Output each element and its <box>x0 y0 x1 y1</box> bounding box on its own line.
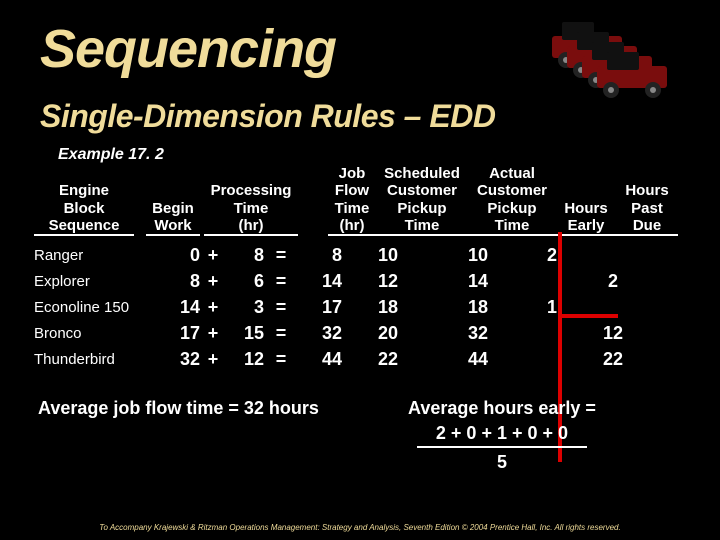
col-header-past: Hours Past Due <box>616 182 678 236</box>
col-header-begin: Begin Work <box>146 200 200 237</box>
col-header-actual: Actual Customer Pickup Time <box>468 165 556 236</box>
cell-sched: 22 <box>342 349 434 370</box>
cell-act: 10 <box>434 245 522 266</box>
cell-past: 12 <box>582 323 644 344</box>
cell-proc: 8 <box>226 245 264 266</box>
col-header-flow: Job Flow Time (hr) <box>328 165 376 236</box>
col-header-scheduled: Scheduled Customer Pickup Time <box>376 165 468 236</box>
footer-copyright: To Accompany Krajewski & Ritzman Operati… <box>0 523 720 532</box>
cell-flow: 44 <box>298 349 342 370</box>
cell-flow: 14 <box>298 271 342 292</box>
col-header-engine: Engine Block Sequence <box>34 182 134 236</box>
avg-hours-early: Average hours early = 2 + 0 + 1 + 0 + 0 … <box>408 398 596 473</box>
cell-sched: 12 <box>342 271 434 292</box>
slide-title: Sequencing <box>40 18 336 80</box>
avg-flow-time: Average job flow time = 32 hours <box>38 398 319 419</box>
cell-plus: + <box>200 297 226 318</box>
cars-graphic <box>512 20 702 100</box>
cell-flow: 17 <box>298 297 342 318</box>
col-header-processing: Processing Time (hr) <box>204 182 298 236</box>
cell-proc: 12 <box>226 349 264 370</box>
cell-proc: 15 <box>226 323 264 344</box>
summary-block: Average job flow time = 32 hours Average… <box>38 398 688 419</box>
table-row: Bronco17+15=32203212 <box>34 320 699 346</box>
cell-act: 18 <box>434 297 522 318</box>
table-row: Thunderbird32+12=44224422 <box>34 346 699 372</box>
data-table: Engine Block Sequence Begin Work Process… <box>34 162 699 372</box>
col-header-early: Hours Early <box>556 200 616 237</box>
cell-past: 22 <box>582 349 644 370</box>
cell-plus: + <box>200 245 226 266</box>
cell-begin: 17 <box>146 323 200 344</box>
cell-act: 14 <box>434 271 522 292</box>
annotation-line-horizontal <box>558 314 618 318</box>
cell-begin: 32 <box>146 349 200 370</box>
cell-engine: Explorer <box>34 273 146 290</box>
cell-act: 44 <box>434 349 522 370</box>
cell-begin: 0 <box>146 245 200 266</box>
cell-sched: 20 <box>342 323 434 344</box>
table-row: Ranger0+8=810102 <box>34 242 699 268</box>
table-row: Explorer8+6=1412142 <box>34 268 699 294</box>
cell-eq: = <box>264 271 298 292</box>
slide-subtitle: Single-Dimension Rules – EDD <box>40 98 495 135</box>
cell-eq: = <box>264 323 298 344</box>
cell-plus: + <box>200 271 226 292</box>
cell-flow: 8 <box>298 245 342 266</box>
cell-flow: 32 <box>298 323 342 344</box>
avg-early-label: Average hours early = <box>408 398 596 419</box>
cell-eq: = <box>264 349 298 370</box>
cell-sched: 18 <box>342 297 434 318</box>
cell-begin: 14 <box>146 297 200 318</box>
cell-proc: 6 <box>226 271 264 292</box>
cell-plus: + <box>200 323 226 344</box>
avg-early-numerator: 2 + 0 + 1 + 0 + 0 <box>408 423 596 444</box>
cell-proc: 3 <box>226 297 264 318</box>
cell-early: 2 <box>522 245 582 266</box>
cell-past: 2 <box>582 271 644 292</box>
cell-eq: = <box>264 297 298 318</box>
cell-engine: Bronco <box>34 325 146 342</box>
cell-act: 32 <box>434 323 522 344</box>
cell-engine: Thunderbird <box>34 351 146 368</box>
cell-eq: = <box>264 245 298 266</box>
cell-sched: 10 <box>342 245 434 266</box>
cell-engine: Ranger <box>34 247 146 264</box>
cell-begin: 8 <box>146 271 200 292</box>
table-header-row: Engine Block Sequence Begin Work Process… <box>34 162 699 236</box>
fraction-line <box>417 446 587 448</box>
cell-engine: Econoline 150 <box>34 299 146 316</box>
avg-early-denominator: 5 <box>408 452 596 473</box>
cell-plus: + <box>200 349 226 370</box>
